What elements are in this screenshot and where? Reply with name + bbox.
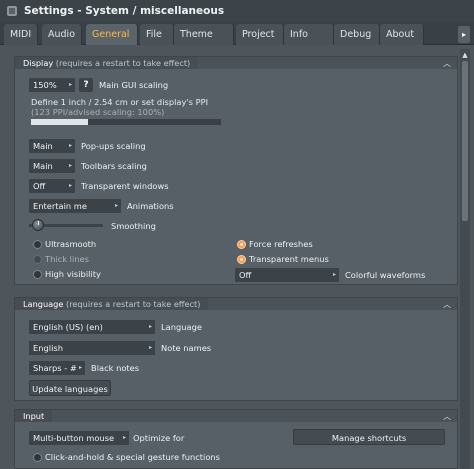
colorful-waveforms-dropdown[interactable]: Off ▸ (235, 268, 339, 282)
popups-scaling-dropdown[interactable]: Main ▸ (29, 139, 75, 153)
settings-app-icon (7, 6, 17, 16)
high-visibility-label: High visibility (45, 269, 101, 279)
transparent-windows-label: Transparent windows (81, 181, 169, 191)
language-title: Language (23, 299, 64, 309)
toolbars-scaling-dropdown[interactable]: Main ▸ (29, 159, 75, 173)
chevron-right-icon: ▸ (68, 162, 72, 169)
display-title: Display (23, 58, 54, 68)
language-label: Language (161, 322, 202, 332)
animations-dropdown[interactable]: Entertain me ▸ (29, 199, 121, 213)
black-notes-value: Sharps - # (33, 363, 77, 373)
black-notes-dropdown[interactable]: Sharps - # ▸ (29, 361, 85, 375)
help-icon[interactable]: ? (79, 78, 93, 92)
toolbars-scaling-value: Main (33, 161, 53, 171)
ppi-label: Define 1 inch / 2.54 cm or set display's… (31, 97, 209, 107)
tab-file[interactable]: File (140, 24, 174, 45)
tab-midi[interactable]: MIDI (4, 24, 38, 45)
optimize-for-label: Optimize for (133, 433, 185, 443)
window-title: Settings - System / miscellaneous (24, 5, 225, 17)
transparent-menus-label: Transparent menus (249, 254, 329, 264)
chevron-right-icon: ▸ (148, 344, 152, 351)
gui-scaling-value: 150% (33, 80, 57, 90)
toolbars-scaling-label: Toolbars scaling (81, 161, 147, 171)
tab-project[interactable]: Project (236, 24, 284, 45)
gesture-functions-radio[interactable] (33, 453, 42, 462)
gesture-functions-label: Click-and-hold & special gesture functio… (45, 452, 220, 462)
language-section: Language (requires a restart to take eff… (14, 297, 458, 401)
chevron-right-icon: ▸ (78, 364, 82, 371)
collapse-input-icon[interactable]: ︿ (443, 411, 451, 422)
tab-info[interactable]: Info (284, 24, 334, 45)
input-header-bar (15, 410, 457, 422)
gui-scaling-dropdown[interactable]: 150% ▸ (29, 78, 75, 92)
input-mode-value: Multi-button mouse (33, 433, 115, 443)
ppi-slider-fill (31, 119, 88, 125)
tab-theme[interactable]: Theme (174, 24, 234, 45)
collapse-display-icon[interactable]: ︿ (443, 58, 451, 69)
force-refreshes-label: Force refreshes (249, 239, 313, 249)
animations-value: Entertain me (33, 201, 87, 211)
thick-lines-label: Thick lines (45, 254, 89, 264)
ppi-slider[interactable] (31, 119, 221, 125)
manage-shortcuts-button[interactable]: Manage shortcuts (293, 429, 445, 445)
animations-label: Animations (127, 201, 174, 211)
language-dropdown[interactable]: English (US) (en) ▸ (29, 320, 155, 334)
popups-scaling-label: Pop-ups scaling (81, 141, 146, 151)
smoothing-knob[interactable] (32, 219, 44, 231)
ultrasmooth-label: Ultrasmooth (45, 239, 97, 249)
chevron-right-icon: ▸ (148, 323, 152, 330)
ultrasmooth-radio[interactable] (33, 240, 42, 249)
high-visibility-radio[interactable] (33, 270, 42, 279)
colorful-waveforms-value: Off (239, 270, 252, 280)
popups-scaling-value: Main (33, 141, 53, 151)
chevron-right-icon: ▸ (68, 142, 72, 149)
transparent-windows-value: Off (33, 181, 46, 191)
title-bar: Settings - System / miscellaneous (0, 0, 474, 22)
note-names-value: English (33, 343, 63, 353)
chevron-right-icon: ▸ (122, 434, 126, 441)
force-refreshes-radio[interactable] (237, 240, 246, 249)
input-mode-dropdown[interactable]: Multi-button mouse ▸ (29, 431, 129, 445)
display-section: Display (requires a restart to take effe… (14, 56, 458, 285)
tab-bar: MIDI Audio General File Theme Project In… (0, 22, 474, 45)
tab-general[interactable]: General (86, 24, 138, 45)
input-header[interactable]: Input (15, 410, 53, 422)
tab-about[interactable]: About (380, 24, 424, 45)
colorful-waveforms-label: Colorful waveforms (345, 270, 426, 280)
display-header[interactable]: Display (requires a restart to take effe… (15, 57, 199, 69)
chevron-right-icon: ▸ (68, 81, 72, 88)
tab-debug[interactable]: Debug (334, 24, 380, 45)
chevron-right-icon: ▸ (114, 202, 118, 209)
language-hint: (requires a restart to take effect) (66, 299, 201, 309)
vertical-scrollbar[interactable]: ▲ (460, 49, 470, 469)
ppi-advice: (123 PPI/advised scaling: 100%) (31, 107, 165, 117)
collapse-language-icon[interactable]: ︿ (443, 299, 451, 310)
note-names-label: Note names (161, 343, 212, 353)
language-header[interactable]: Language (requires a restart to take eff… (15, 298, 209, 310)
scrollbar-thumb[interactable] (462, 61, 468, 221)
chevron-right-icon: ▸ (68, 182, 72, 189)
chevron-right-icon: ▸ (332, 271, 336, 278)
note-names-dropdown[interactable]: English ▸ (29, 341, 155, 355)
thick-lines-radio[interactable] (33, 255, 42, 264)
settings-content: Display (requires a restart to take effe… (14, 49, 458, 469)
input-section: Input ︿ Multi-button mouse ▸ Optimize fo… (14, 409, 458, 469)
smoothing-label: Smoothing (111, 221, 156, 231)
transparent-windows-dropdown[interactable]: Off ▸ (29, 179, 75, 193)
gui-scaling-label: Main GUI scaling (99, 80, 169, 90)
scroll-up-icon[interactable]: ▲ (461, 51, 469, 59)
tab-scroll-right-icon[interactable]: ▸ (458, 26, 470, 43)
update-languages-button[interactable]: Update languages (29, 380, 111, 396)
transparent-menus-radio[interactable] (237, 255, 246, 264)
display-hint: (requires a restart to take effect) (55, 58, 191, 68)
input-title: Input (23, 411, 45, 421)
tab-audio[interactable]: Audio (42, 24, 82, 45)
language-value: English (US) (en) (33, 322, 103, 332)
black-notes-label: Black notes (91, 363, 140, 373)
